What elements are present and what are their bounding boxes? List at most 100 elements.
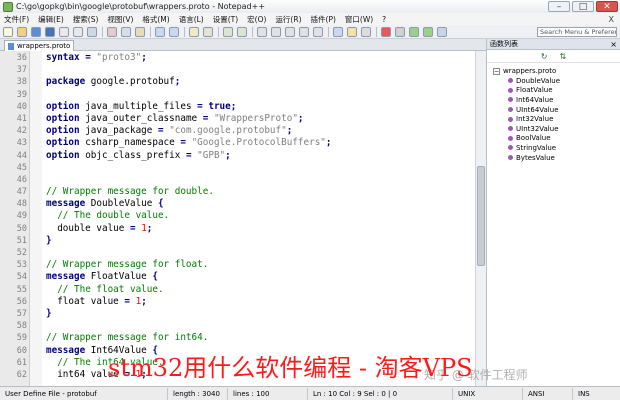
code-line[interactable]: 51} [0, 235, 475, 247]
indent-guide-icon[interactable] [313, 26, 323, 37]
sync-scroll-v-icon[interactable] [257, 26, 267, 37]
search-menu-input[interactable]: Search Menu & Preferences [537, 27, 617, 37]
close-button[interactable]: ✕ [596, 1, 618, 12]
function-icon [508, 107, 513, 113]
menu-plugins[interactable]: 插件(P) [311, 14, 336, 25]
code-line[interactable]: 46 [0, 174, 475, 186]
menu-format[interactable]: 格式(M) [142, 14, 169, 25]
replace-icon[interactable] [203, 26, 213, 37]
close-file-icon[interactable] [59, 26, 69, 37]
open-file-icon[interactable] [17, 26, 27, 37]
close-panel-icon[interactable]: × [610, 40, 617, 49]
code-editor[interactable]: 36 syntax = "proto3"; 37 38 package google.p… [0, 51, 486, 386]
undo-icon[interactable] [155, 26, 165, 37]
cut-icon[interactable] [107, 26, 117, 37]
maximize-button[interactable]: □ [572, 1, 594, 12]
zoom-out-icon[interactable] [237, 26, 247, 37]
menu-edit[interactable]: 编辑(E) [38, 14, 64, 25]
code-line[interactable]: 59 // Wrapper message for int64. [0, 332, 475, 344]
tree-root[interactable]: − wrappers.proto [493, 66, 620, 76]
find-icon[interactable] [189, 26, 199, 37]
record-macro-icon[interactable] [381, 26, 391, 37]
save-macro-icon[interactable] [437, 26, 447, 37]
paste-icon[interactable] [135, 26, 145, 37]
code-text: message DoubleValue { [46, 198, 164, 210]
code-line[interactable]: 47 // Wrapper message for double. [0, 186, 475, 198]
code-token: syntax [46, 52, 80, 63]
function-list-item[interactable]: DoubleValue [493, 76, 620, 86]
save-all-icon[interactable] [45, 26, 55, 37]
function-list-item[interactable]: Int64Value [493, 95, 620, 105]
code-line[interactable]: 54 message FloatValue { [0, 271, 475, 283]
code-line[interactable]: 43 option csharp_namespace = "Google.Prot… [0, 137, 475, 149]
code-line[interactable]: 41 option java_outer_classname = "Wrapper… [0, 113, 475, 125]
line-number: 55 [16, 284, 27, 295]
word-wrap-icon[interactable] [285, 26, 295, 37]
code-line[interactable]: 38 package google.protobuf; [0, 76, 475, 88]
play-macro-icon[interactable] [409, 26, 419, 37]
function-list-item[interactable]: UInt64Value [493, 105, 620, 115]
menu-file[interactable]: 文件(F) [4, 14, 29, 25]
function-list-item[interactable]: StringValue [493, 143, 620, 153]
code-token: ; [297, 112, 304, 124]
menu-search[interactable]: 搜索(S) [73, 14, 99, 25]
code-line[interactable]: 40 option java_multiple_files = true; [0, 101, 475, 113]
sync-scroll-h-icon[interactable] [271, 26, 281, 37]
menu-settings[interactable]: 设置(T) [213, 14, 238, 25]
code-line[interactable]: 56 float value = 1; [0, 296, 475, 308]
new-file-icon[interactable] [3, 26, 13, 37]
function-list-item[interactable]: UInt32Value [493, 124, 620, 134]
code-line[interactable]: 36 syntax = "proto3"; [0, 52, 475, 64]
menu-window[interactable]: 窗口(W) [345, 14, 373, 25]
code-line[interactable]: 58 [0, 320, 475, 332]
code-line[interactable]: 57} [0, 308, 475, 320]
code-token: option [46, 149, 80, 161]
code-line[interactable]: 45 [0, 162, 475, 174]
code-line[interactable]: 50 double value = 1; [0, 223, 475, 235]
code-token: true [208, 100, 231, 112]
sort-icon[interactable]: ⇅ [560, 52, 567, 61]
code-token: ; [225, 149, 231, 161]
code-line[interactable]: 37 [0, 64, 475, 76]
zoom-in-icon[interactable] [223, 26, 233, 37]
code-line[interactable]: 52 [0, 247, 475, 259]
run-macro-multiple-icon[interactable] [423, 26, 433, 37]
reload-icon[interactable]: ↻ [541, 52, 548, 61]
minimize-button[interactable]: – [548, 1, 570, 12]
code-line[interactable]: 39 [0, 89, 475, 101]
close-all-icon[interactable] [73, 26, 83, 37]
code-line[interactable]: 49 // The double value. [0, 210, 475, 222]
menu-help[interactable]: ? [382, 15, 386, 24]
scrollbar-thumb[interactable] [477, 166, 485, 266]
line-number: 58 [16, 321, 27, 332]
code-line[interactable]: 55 // The float value. [0, 284, 475, 296]
collapse-icon[interactable]: − [493, 67, 500, 75]
code-line[interactable]: 42 option java_package = "com.google.prot… [0, 125, 475, 137]
tab-wrappers-proto[interactable]: wrappers.proto [4, 40, 74, 51]
print-icon[interactable] [87, 26, 97, 37]
code-line[interactable]: 48 message DoubleValue { [0, 198, 475, 210]
function-list-item[interactable]: BytesValue [493, 153, 620, 163]
menu-view[interactable]: 视图(V) [107, 14, 133, 25]
show-all-chars-icon[interactable] [299, 26, 309, 37]
function-list-item[interactable]: Int32Value [493, 114, 620, 124]
menu-macro[interactable]: 宏(O) [247, 14, 266, 25]
doc-map-icon[interactable] [361, 26, 371, 37]
menu-language[interactable]: 语言(L) [179, 14, 204, 25]
vertical-scrollbar[interactable] [475, 51, 486, 386]
code-line[interactable]: 53 // Wrapper message for float. [0, 259, 475, 271]
code-token: // Wrapper message for double. [46, 186, 214, 198]
code-token: double value [46, 222, 130, 234]
close-document-icon[interactable]: X [609, 15, 614, 24]
menu-run[interactable]: 运行(R) [275, 14, 301, 25]
code-line[interactable]: 44 option objc_class_prefix = "GPB"; [0, 150, 475, 162]
stop-macro-icon[interactable] [395, 26, 405, 37]
save-icon[interactable] [31, 26, 41, 37]
function-list-item[interactable]: FloatValue [493, 86, 620, 96]
function-list-item[interactable]: BoolValue [493, 134, 620, 144]
function-list-icon[interactable] [333, 26, 343, 37]
folder-workspace-icon[interactable] [347, 26, 357, 37]
function-name: Int64Value [516, 95, 554, 104]
redo-icon[interactable] [169, 26, 179, 37]
copy-icon[interactable] [121, 26, 131, 37]
